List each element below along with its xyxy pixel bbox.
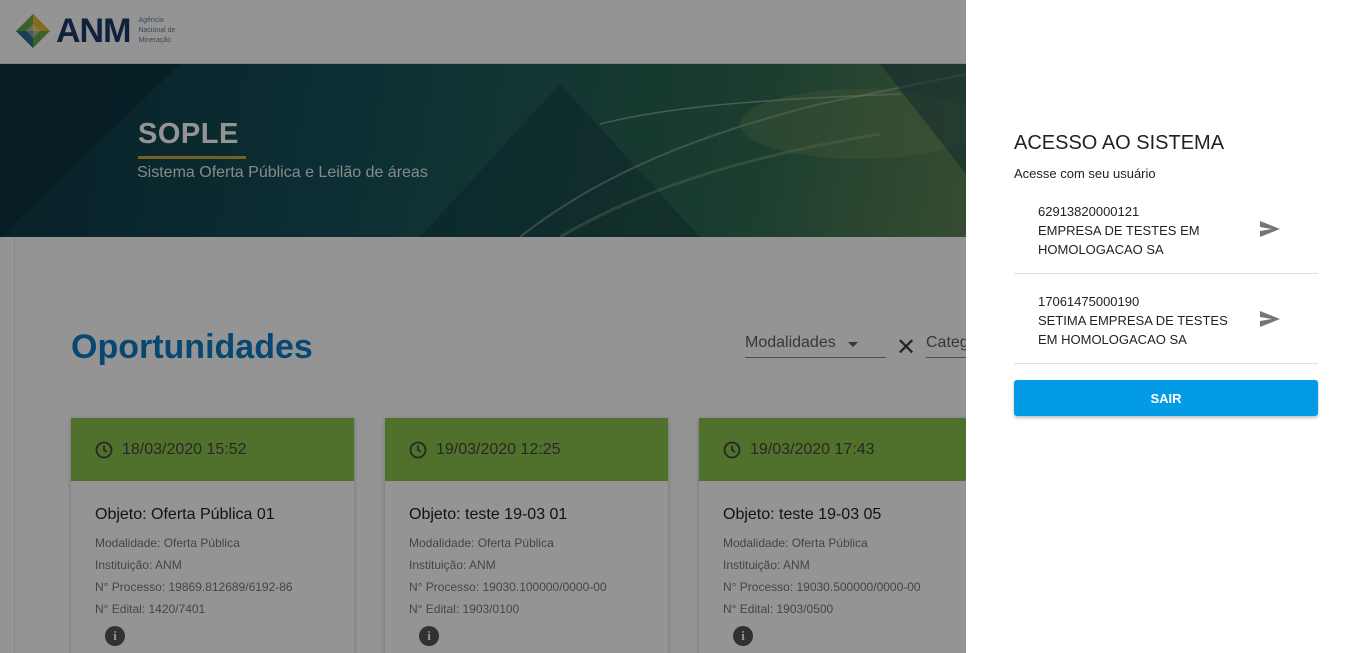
send-icon[interactable] [1258,309,1282,329]
login-drawer: ACESSO AO SISTEMA Acesse com seu usuário… [966,0,1366,653]
modal-backdrop[interactable] [0,0,966,653]
drawer-subtitle: Acesse com seu usuário [1014,166,1156,181]
account-item[interactable]: 17061475000190 SETIMA EMPRESA DE TESTES … [1014,274,1318,364]
drawer-title: ACESSO AO SISTEMA [1014,132,1225,154]
logout-button[interactable]: SAIR [1014,380,1318,416]
account-name: SETIMA EMPRESA DE TESTES EM HOMOLOGACAO … [1038,313,1228,347]
account-cnpj: 17061475000190 [1038,294,1140,309]
account-item[interactable]: 62913820000121 EMPRESA DE TESTES EM HOMO… [1014,184,1318,274]
send-icon[interactable] [1258,219,1282,239]
account-cnpj: 62913820000121 [1038,204,1140,219]
account-name: EMPRESA DE TESTES EM HOMOLOGACAO SA [1038,223,1200,257]
